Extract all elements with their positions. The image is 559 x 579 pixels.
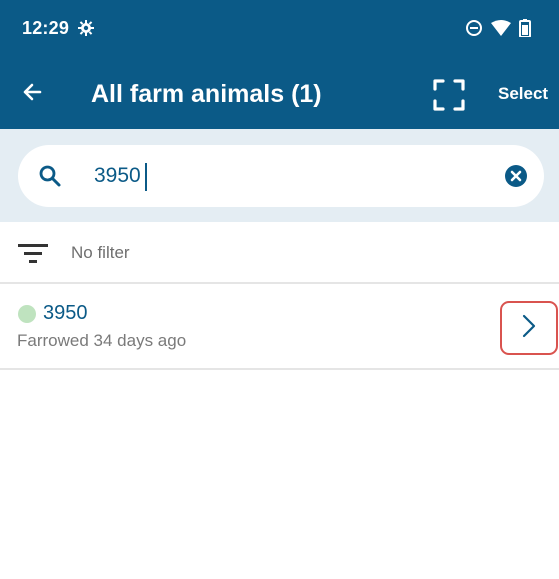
wifi-icon xyxy=(491,20,511,36)
select-button[interactable]: Select xyxy=(498,84,548,104)
status-icons xyxy=(465,19,531,37)
chevron-right-icon xyxy=(521,313,537,344)
app-bar: All farm animals (1) Select xyxy=(0,58,559,129)
status-bar: 12:29 xyxy=(0,0,559,58)
do-not-disturb-icon xyxy=(465,19,483,37)
search-icon xyxy=(38,164,62,188)
list-item[interactable]: 3950 Farrowed 34 days ago xyxy=(0,286,559,370)
clear-icon[interactable] xyxy=(504,164,528,188)
gear-icon xyxy=(78,20,94,36)
open-detail-button[interactable] xyxy=(500,301,558,355)
search-box[interactable] xyxy=(18,145,544,207)
animal-status-text: Farrowed 34 days ago xyxy=(17,331,187,350)
scan-frame-icon xyxy=(432,79,466,116)
status-time: 12:29 xyxy=(22,18,70,38)
text-cursor xyxy=(145,163,147,191)
animal-id: 3950 xyxy=(43,302,88,324)
filter-row[interactable]: No filter xyxy=(0,222,559,284)
battery-icon xyxy=(519,19,531,37)
back-button[interactable] xyxy=(14,76,50,112)
back-arrow-icon xyxy=(20,80,44,109)
filter-icon xyxy=(18,240,48,266)
filter-label: No filter xyxy=(71,243,130,262)
search-input[interactable] xyxy=(94,159,494,193)
scan-button[interactable] xyxy=(432,78,466,112)
search-area xyxy=(0,129,559,222)
page-title: All farm animals (1) xyxy=(91,80,322,108)
status-dot xyxy=(18,305,36,323)
